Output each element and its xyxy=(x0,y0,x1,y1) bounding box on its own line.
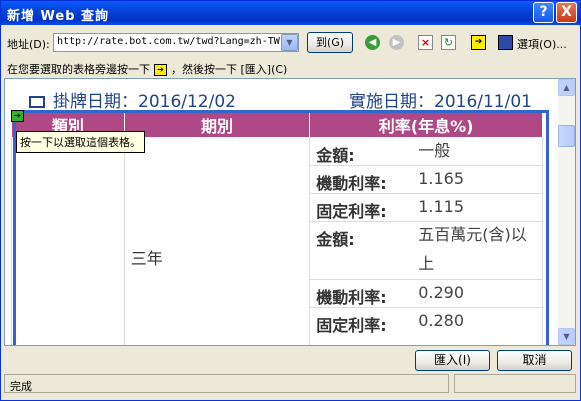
scroll-down-icon[interactable]: ▼ xyxy=(558,328,575,345)
title-bar: 新增 Web 查詢 ? X xyxy=(1,1,580,25)
list-item: 固定利率: 1.115 xyxy=(310,194,542,222)
status-panel xyxy=(454,374,576,393)
list-item: 金額: 一般 xyxy=(310,138,542,166)
window-title: 新增 Web 查詢 xyxy=(7,9,110,24)
posting-date: 掛牌日期：2016/12/02 xyxy=(29,87,236,112)
status-text: 完成 xyxy=(4,374,449,393)
list-item: 金額: 五百萬元(含)以上 xyxy=(310,222,542,280)
web-viewport: 掛牌日期：2016/12/02 實施日期：2016/11/01 類別 期別 利率… xyxy=(4,78,576,346)
rate-value: 五百萬元(含)以上 xyxy=(418,225,527,273)
options-button[interactable]: 選項(O)... xyxy=(517,36,567,52)
import-button[interactable]: 匯入(I) xyxy=(415,350,490,371)
help-button[interactable]: ? xyxy=(533,2,554,23)
rate-key: 機動利率: xyxy=(316,288,387,307)
rate-value: 一般 xyxy=(418,141,451,160)
list-item: 機動利率: 0.290 xyxy=(310,280,542,308)
address-bar: 地址(D): http://rate.bot.com.tw/twd?Lang=z… xyxy=(1,31,580,55)
forward-icon[interactable]: ▶ xyxy=(389,35,404,50)
header-rate: 利率(年息%) xyxy=(309,111,543,138)
rate-key: 機動利率: xyxy=(316,174,387,193)
refresh-icon[interactable]: ↻ xyxy=(441,35,456,50)
address-dropdown-icon[interactable]: ▼ xyxy=(281,34,298,51)
rate-key: 固定利率: xyxy=(316,316,387,335)
cancel-button[interactable]: 取消 xyxy=(497,350,572,371)
address-input[interactable]: http://rate.bot.com.tw/twd?Lang=zh-TW xyxy=(53,33,299,52)
rate-cell: 金額: 一般 機動利率: 1.165 固定利率: 1.115 金額: 五百萬元(… xyxy=(309,137,543,345)
rate-key: 固定利率: xyxy=(316,202,387,221)
back-icon[interactable]: ◀ xyxy=(365,35,380,50)
effective-date: 實施日期：2016/11/01 xyxy=(349,92,532,112)
rate-key: 金額: xyxy=(316,146,355,165)
arrow-marker-icon: ➔ xyxy=(154,64,167,76)
address-label: 地址(D): xyxy=(7,38,50,51)
instruction-after: ，然後按一下 [匯入](C) xyxy=(171,63,288,76)
category-cell xyxy=(11,137,125,345)
tooltip: 按一下以選取這個表格。 xyxy=(16,131,145,153)
header-period: 期別 xyxy=(123,111,311,138)
rate-value: 0.290 xyxy=(418,283,465,302)
period-cell: 三年 xyxy=(123,137,311,345)
close-button[interactable]: X xyxy=(556,2,577,23)
list-item: 機動利率: 1.165 xyxy=(310,166,542,194)
list-item: 固定利率: 0.280 xyxy=(310,308,542,336)
rate-value: 0.280 xyxy=(418,311,465,330)
status-bar: 完成 xyxy=(4,374,577,394)
rate-value: 1.115 xyxy=(418,197,465,216)
scroll-thumb[interactable] xyxy=(558,125,575,147)
monitor-icon xyxy=(29,96,45,108)
vertical-scrollbar[interactable]: ▲ ▼ xyxy=(558,79,575,345)
go-button[interactable]: 到(G) xyxy=(307,32,353,53)
show-icons-icon[interactable]: ➔ xyxy=(471,35,486,50)
rate-key: 金額: xyxy=(316,230,355,249)
select-table-arrow-icon[interactable]: ➔ xyxy=(11,110,24,122)
instruction-text: 在您要選取的表格旁邊按一下 ➔ ，然後按一下 [匯入](C) xyxy=(7,61,287,77)
dialog-window: 新增 Web 查詢 ? X 地址(D): http://rate.bot.com… xyxy=(0,0,581,401)
stop-icon[interactable]: × xyxy=(418,35,433,50)
posting-date-text: 掛牌日期：2016/12/02 xyxy=(53,92,236,112)
table-row: 三年 金額: 一般 機動利率: 1.165 固定利率: 1.115 金額: 五百… xyxy=(11,137,543,345)
scroll-up-icon[interactable]: ▲ xyxy=(558,79,575,96)
instruction-before: 在您要選取的表格旁邊按一下 xyxy=(7,63,150,76)
rate-value: 1.165 xyxy=(418,169,465,188)
save-query-icon[interactable] xyxy=(498,35,513,50)
